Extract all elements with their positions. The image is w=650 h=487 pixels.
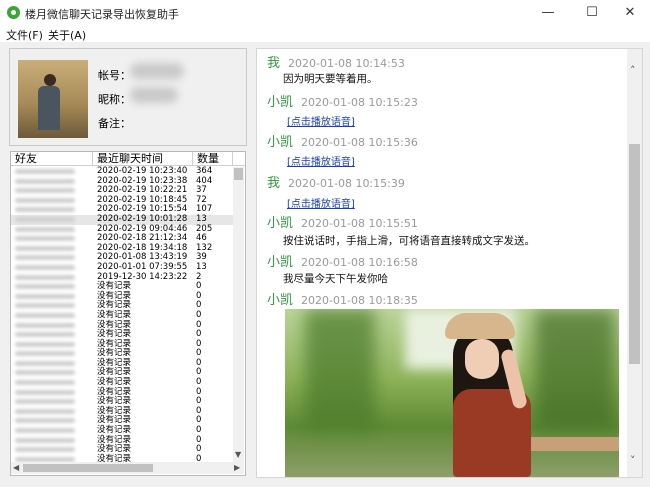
friend-name-blurred <box>15 216 75 222</box>
chat-panel: 我 2020-01-08 10:14:53 因为明天要等着用。 小凯 2020-01… <box>256 48 643 478</box>
window-title: 楼月微信聊天记录导出恢复助手 <box>25 8 179 21</box>
friend-name-blurred <box>15 370 75 376</box>
friend-name-blurred <box>15 447 75 453</box>
message-time: 2020-01-08 10:16:58 <box>301 256 418 269</box>
photo-person-hat <box>445 313 515 339</box>
column-header-friend[interactable]: 好友 <box>11 152 93 166</box>
menu-bar: 文件(F) 关于(A) <box>0 26 650 42</box>
message-header: 小凯 2020-01-08 10:16:58 <box>267 251 418 270</box>
message-text: 我尽量今天下午发你哈 <box>283 273 388 285</box>
friend-name-blurred <box>15 399 75 405</box>
chat-scroll-thumb[interactable] <box>629 144 640 364</box>
account-label: 帐号： <box>98 69 131 82</box>
message-text: 按住说话时，手指上滑，可将语音直接转成文字发送。 <box>283 235 535 247</box>
column-header-last-chat-time[interactable]: 最近聊天时间 <box>93 152 193 166</box>
friend-name-blurred <box>15 255 75 261</box>
photo-tree-left <box>305 309 375 429</box>
friend-name-blurred <box>15 188 75 194</box>
play-voice-link[interactable]: [点击播放语音] <box>287 153 355 168</box>
friend-name-blurred <box>15 408 75 414</box>
friends-scroll-thumb[interactable] <box>234 168 243 180</box>
profile-panel: 帐号： 昵称： 备注： <box>9 48 247 146</box>
sender-name: 小凯 <box>267 95 294 110</box>
avatar-figure-head <box>44 74 56 86</box>
message-header: 我 2020-01-08 10:15:39 <box>267 172 405 191</box>
friend-name-blurred <box>15 197 75 203</box>
avatar-figure-body <box>38 86 60 130</box>
menu-about[interactable]: 关于(A) <box>48 27 86 43</box>
message-header: 我 2020-01-08 10:14:53 <box>267 52 405 71</box>
app-logo-icon <box>7 6 20 19</box>
chat-image[interactable] <box>285 309 619 477</box>
column-header-filler <box>233 152 245 166</box>
chevron-down-icon[interactable]: ˅ <box>630 454 636 467</box>
friend-name-blurred <box>15 245 75 251</box>
message-header: 小凯 2020-01-08 10:15:23 <box>267 91 418 110</box>
minimize-button[interactable]: — <box>528 0 568 26</box>
friend-name-blurred <box>15 389 75 395</box>
sender-name: 小凯 <box>267 216 294 231</box>
scroll-right-icon[interactable]: ▶ <box>234 463 240 472</box>
sender-name: 小凯 <box>267 255 294 270</box>
avatar <box>18 60 88 138</box>
sender-name: 我 <box>267 56 281 71</box>
note-label: 备注： <box>98 117 131 130</box>
friend-name-blurred <box>15 341 75 347</box>
friend-name-blurred <box>15 428 75 434</box>
close-button[interactable]: ✕ <box>610 0 650 26</box>
message-time: 2020-01-08 10:18:35 <box>301 294 418 307</box>
friends-horizontal-scrollbar[interactable]: ◀ ▶ <box>11 462 244 474</box>
friend-name-blurred <box>15 360 75 366</box>
friends-table: 好友 最近聊天时间 数量 2020-02-19 10:23:40 364 2020-… <box>10 151 246 476</box>
play-voice-link[interactable]: [点击播放语音] <box>287 195 355 210</box>
friends-rows: 2020-02-19 10:23:40 364 2020-02-19 10:23:3… <box>11 166 233 464</box>
friend-name-blurred <box>15 312 75 318</box>
friend-name-blurred <box>15 284 75 290</box>
friend-name-blurred <box>15 418 75 424</box>
friend-name-blurred <box>15 274 75 280</box>
nickname-label: 昵称： <box>98 93 131 106</box>
friend-name-blurred <box>15 322 75 328</box>
scroll-left-icon[interactable]: ◀ <box>13 463 19 472</box>
message-header: 小凯 2020-01-08 10:15:36 <box>267 131 418 150</box>
nickname-value-blurred <box>130 87 178 103</box>
friend-name-blurred <box>15 169 75 174</box>
message-time: 2020-01-08 10:15:36 <box>301 136 418 149</box>
title-bar: 楼月微信聊天记录导出恢复助手 — ☐ ✕ <box>0 0 650 26</box>
column-header-count[interactable]: 数量 <box>193 152 233 166</box>
friend-name-blurred <box>15 437 75 443</box>
menu-file[interactable]: 文件(F) <box>6 27 43 43</box>
friend-name-blurred <box>15 293 75 299</box>
message-header: 小凯 2020-01-08 10:15:51 <box>267 212 418 231</box>
friend-name-blurred <box>15 226 75 232</box>
sender-name: 我 <box>267 176 281 191</box>
photo-tree-right <box>535 309 615 429</box>
friend-name-blurred <box>15 178 75 184</box>
friend-name-blurred <box>15 303 75 309</box>
friend-name-blurred <box>15 236 75 242</box>
sender-name: 小凯 <box>267 135 294 150</box>
friends-hscroll-thumb[interactable] <box>23 464 153 472</box>
friend-name-blurred <box>15 380 75 386</box>
message-text: 因为明天要等着用。 <box>283 73 378 85</box>
sender-name: 小凯 <box>267 293 294 308</box>
chevron-up-icon[interactable]: ˄ <box>630 64 636 77</box>
message-header: 小凯 2020-01-08 10:18:35 <box>267 289 418 308</box>
friend-name-blurred <box>15 332 75 338</box>
friend-name-blurred <box>15 264 75 270</box>
maximize-button[interactable]: ☐ <box>572 0 612 26</box>
message-time: 2020-01-08 10:15:23 <box>301 96 418 109</box>
photo-person-face <box>465 339 499 379</box>
message-time: 2020-01-08 10:14:53 <box>288 57 405 70</box>
friends-vertical-scrollbar[interactable]: ▼ <box>233 167 244 462</box>
friend-name-blurred <box>15 351 75 357</box>
friend-name-blurred <box>15 207 75 213</box>
play-voice-link[interactable]: [点击播放语音] <box>287 113 355 128</box>
message-time: 2020-01-08 10:15:39 <box>288 177 405 190</box>
scroll-down-icon[interactable]: ▼ <box>235 450 241 459</box>
account-value-blurred <box>130 63 184 79</box>
chat-vertical-scrollbar[interactable]: ˄ ˅ <box>627 49 642 477</box>
message-time: 2020-01-08 10:15:51 <box>301 217 418 230</box>
